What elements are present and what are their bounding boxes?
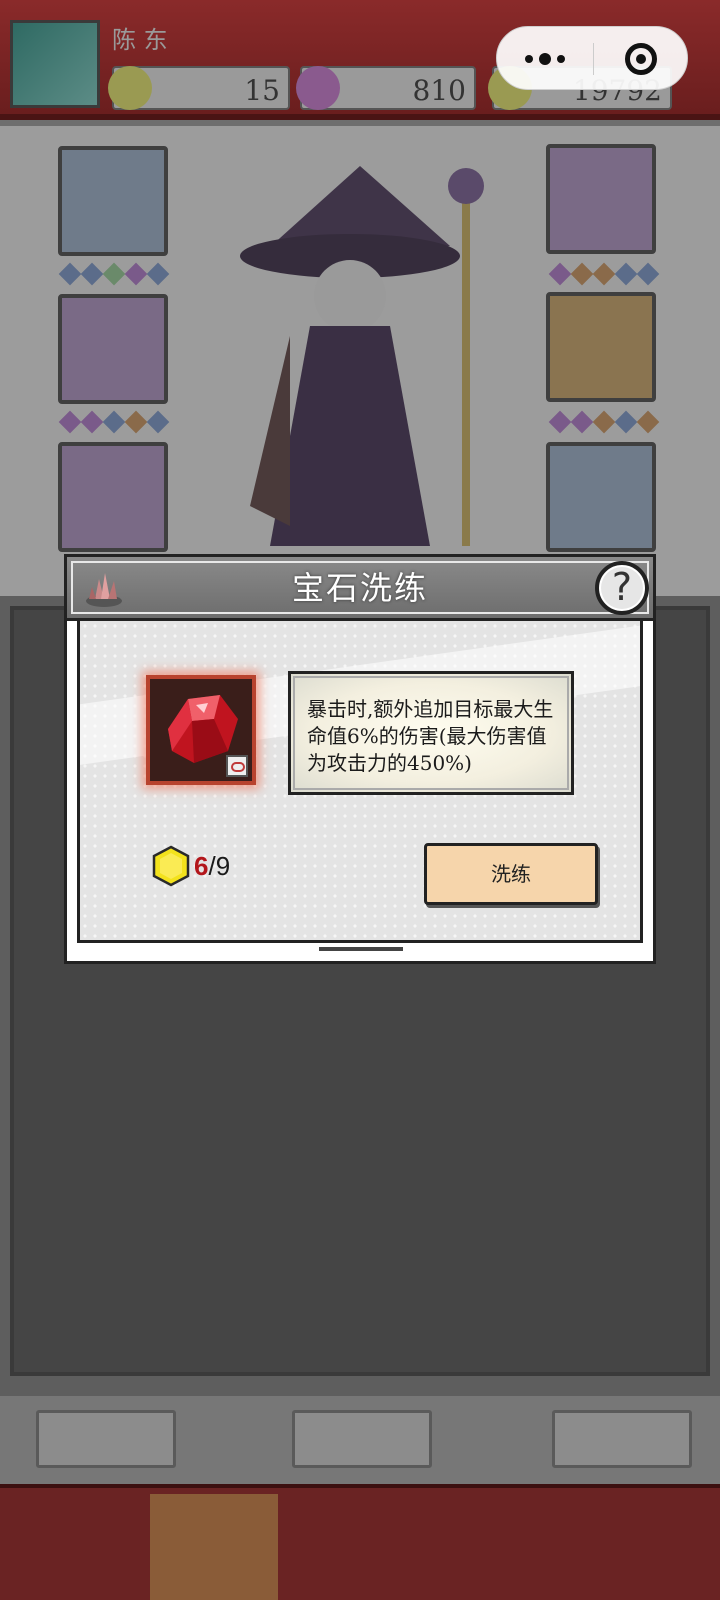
capsule-divider bbox=[593, 43, 594, 75]
target-circle-icon[interactable] bbox=[625, 43, 657, 75]
gem-row bbox=[58, 410, 170, 434]
character-scene bbox=[0, 126, 720, 596]
nav-tab-4[interactable] bbox=[440, 1494, 568, 1600]
resource-diamond-value: 810 bbox=[412, 74, 466, 107]
necklace-icon[interactable] bbox=[546, 442, 656, 552]
armor-icon[interactable] bbox=[58, 294, 168, 404]
gold-hexagon-icon bbox=[108, 66, 152, 110]
helmet-icon[interactable] bbox=[58, 146, 168, 256]
resource-gold: 15 bbox=[108, 66, 290, 110]
player-name: 陈 东 bbox=[112, 26, 168, 54]
gem-row bbox=[58, 262, 170, 286]
more-dots-icon[interactable] bbox=[497, 27, 593, 91]
gem-row bbox=[548, 410, 660, 434]
nav-tab-3[interactable] bbox=[294, 1494, 422, 1600]
action-button-3[interactable] bbox=[552, 1410, 692, 1468]
refine-cost: 6/9 bbox=[194, 849, 230, 883]
boots-icon[interactable] bbox=[58, 442, 168, 552]
action-button-2[interactable] bbox=[292, 1410, 432, 1468]
gem-effect-box: 暴击时,额外追加目标最大生命值6%的伤害(最大伤害值为攻击力的450%) bbox=[288, 671, 574, 795]
gold-hexagon-icon bbox=[152, 845, 190, 887]
gem-effect-text: 暴击时,额外追加目标最大生命值6%的伤害(最大伤害值为攻击力的450%) bbox=[307, 697, 554, 775]
dialog-bottom-mark bbox=[319, 947, 403, 951]
dialog-body: 暴击时,额外追加目标最大生命值6%的伤害(最大伤害值为攻击力的450%) 6/9… bbox=[77, 621, 643, 943]
resource-gold-value: 15 bbox=[244, 74, 280, 107]
hero-character bbox=[240, 166, 484, 546]
resource-diamond: 810 bbox=[296, 66, 476, 110]
gem-refine-dialog: 宝石洗练 ? 暴击时,额外追加目标最大生命值6%的伤害(最大伤害值为攻击力的45… bbox=[64, 554, 656, 964]
ring-icon[interactable] bbox=[546, 292, 656, 402]
nav-tab-5[interactable] bbox=[584, 1494, 712, 1600]
mini-program-capsule bbox=[496, 26, 688, 90]
nav-tab-1[interactable] bbox=[14, 1494, 142, 1600]
refine-button[interactable]: 洗练 bbox=[424, 843, 598, 905]
dialog-title: 宝石洗练 bbox=[291, 569, 428, 607]
gloves-icon[interactable] bbox=[546, 144, 656, 254]
action-button-1[interactable] bbox=[36, 1410, 176, 1468]
avatar[interactable] bbox=[10, 20, 100, 108]
gem-row bbox=[548, 262, 660, 286]
cost-current: 6 bbox=[194, 851, 209, 881]
bottom-nav bbox=[0, 1484, 720, 1600]
action-bar bbox=[0, 1396, 720, 1484]
cost-separator: / bbox=[208, 851, 216, 881]
gem-type-badge-icon bbox=[226, 755, 248, 777]
purple-diamond-icon bbox=[296, 66, 340, 110]
help-button[interactable]: ? bbox=[595, 561, 649, 615]
nav-tab-2[interactable] bbox=[150, 1494, 278, 1600]
cost-required: 9 bbox=[215, 851, 231, 881]
dialog-header: 宝石洗练 ? bbox=[67, 557, 653, 621]
gem-slot[interactable] bbox=[146, 675, 256, 785]
